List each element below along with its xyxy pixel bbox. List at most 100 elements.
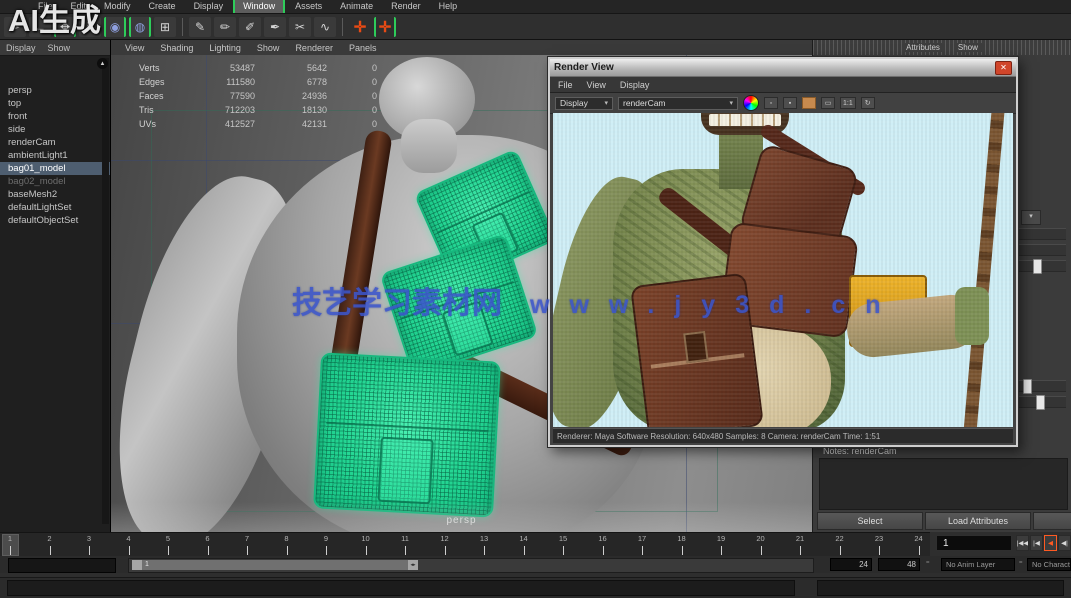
render-view-toolbar-icons: ▫ ▪ ▭ 1:1 ↻	[743, 95, 875, 111]
display-dropdown[interactable]: Display ▾	[555, 97, 613, 110]
command-line-input[interactable]	[7, 580, 795, 596]
copy-button[interactable]: Copy	[1033, 512, 1071, 530]
outliner-item-front[interactable]: front	[0, 110, 110, 123]
outliner-item-side[interactable]: side	[0, 123, 110, 136]
render-camera-value: renderCam	[623, 98, 724, 108]
camera-label: persp	[111, 515, 812, 526]
viewport-menu-renderer[interactable]: Renderer	[295, 43, 333, 53]
menu-item-render[interactable]: Render	[383, 0, 429, 13]
wireframe-bag-selected[interactable]	[313, 352, 501, 517]
viewport-menu-view[interactable]: View	[125, 43, 144, 53]
render-view-menu-file[interactable]: File	[558, 80, 573, 90]
ink-tool-icon[interactable]: ✒	[264, 17, 286, 37]
attribute-menu-show[interactable]: Show	[954, 43, 982, 52]
menu-item-window[interactable]: Window	[233, 0, 285, 13]
tick-label: 13	[480, 534, 488, 543]
nib-tool-icon[interactable]: ✐	[239, 17, 261, 37]
scroll-up-icon[interactable]: ▲	[97, 58, 108, 69]
one-to-one-icon[interactable]: 1:1	[840, 97, 856, 109]
collapse-section-button[interactable]: ▾	[1021, 210, 1041, 225]
outliner-item-rendercam[interactable]: renderCam	[0, 136, 110, 149]
pen-tool-icon[interactable]: ✏	[214, 17, 236, 37]
character-model-neck[interactable]	[401, 119, 457, 173]
render-view-menu-view[interactable]: View	[587, 80, 606, 90]
tick-label: 3	[87, 534, 91, 543]
outliner-scrollbar[interactable]	[102, 58, 109, 524]
frame-region-icon[interactable]: ▭	[821, 97, 835, 109]
render-view-menu-display[interactable]: Display	[620, 80, 650, 90]
animation-end-field[interactable]: 48	[878, 558, 920, 571]
command-line-result[interactable]	[817, 580, 1064, 596]
range-slider-track[interactable]: ◂▸ 1	[128, 558, 814, 573]
play-back-button[interactable]: ◀|	[1058, 535, 1071, 551]
menu-item-help[interactable]: Help	[431, 0, 466, 13]
slider-handle[interactable]	[1023, 379, 1032, 394]
time-slider[interactable]: 123456789101112131415161718192021222324	[0, 532, 930, 556]
attribute-menu-attributes[interactable]: Attributes	[902, 43, 944, 52]
textured-sphere-icon[interactable]: ◍	[129, 17, 151, 37]
notes-textarea[interactable]	[819, 458, 1068, 510]
tick-mark	[50, 546, 51, 555]
menu-item-file[interactable]: File	[30, 0, 61, 13]
menu-item-create[interactable]: Create	[141, 0, 184, 13]
outliner-item-ambientlight1[interactable]: ambientLight1	[0, 149, 110, 162]
menu-item-modify[interactable]: Modify	[96, 0, 139, 13]
exposure-swatch-icon[interactable]	[802, 97, 816, 109]
outliner-item-persp[interactable]: persp	[0, 84, 110, 97]
shaded-sphere-icon[interactable]: ◉	[104, 17, 126, 37]
outliner-item-defaultobjectset[interactable]: defaultObjectSet	[0, 214, 110, 227]
viewport-menu-show[interactable]: Show	[257, 43, 280, 53]
step-back-frame-button[interactable]: |◀	[1030, 535, 1043, 551]
range-slider-bar[interactable]: ◂▸ 1	[132, 560, 418, 570]
current-frame-field[interactable]: 1	[936, 535, 1012, 551]
slider-handle[interactable]	[1036, 395, 1045, 410]
range-start-handle[interactable]	[132, 560, 142, 570]
rendered-image-area[interactable]	[553, 113, 1013, 427]
outliner-item-bag01-model[interactable]: bag01_model	[0, 162, 110, 175]
viewport-menu-lighting[interactable]: Lighting	[209, 43, 241, 53]
back-arrow-icon[interactable]: ←	[29, 17, 51, 37]
select-button[interactable]: Select	[817, 512, 923, 530]
snapshot-icon[interactable]: ▫	[764, 97, 778, 109]
outliner-menu-display[interactable]: Display	[6, 43, 36, 53]
outliner-item-basemesh2[interactable]: baseMesh2	[0, 188, 110, 201]
keep-image-icon[interactable]: ▪	[783, 97, 797, 109]
bag-buckle	[377, 437, 434, 504]
outliner-item-top[interactable]: top	[0, 97, 110, 110]
tick-label: 19	[717, 534, 725, 543]
polycount-total: 77590	[193, 91, 265, 101]
slider-handle[interactable]	[1033, 259, 1042, 274]
close-icon[interactable]: ✕	[995, 61, 1012, 75]
menu-item-animate[interactable]: Animate	[332, 0, 381, 13]
menu-item-display[interactable]: Display	[186, 0, 232, 13]
component-dots-icon[interactable]: ⠿	[79, 17, 101, 37]
scissors-tool-icon[interactable]: ✂	[289, 17, 311, 37]
select-tool-icon[interactable]: ➤	[4, 17, 26, 37]
move-tool-icon[interactable]: ✥	[54, 17, 76, 37]
character-set-selector[interactable]: No Character Set	[1027, 558, 1071, 571]
menu-item-assets[interactable]: Assets	[287, 0, 330, 13]
range-end-handle[interactable]: ◂▸	[408, 560, 418, 570]
render-camera-dropdown[interactable]: renderCam ▾	[618, 97, 738, 110]
anim-layer-selector[interactable]: No Anim Layer	[941, 558, 1015, 571]
insert-key-icon[interactable]: ✛	[374, 17, 396, 37]
outliner-menu-show[interactable]: Show	[48, 43, 71, 53]
step-back-key-button[interactable]: ◀	[1044, 535, 1057, 551]
go-to-start-button[interactable]: |◀◀	[1016, 535, 1029, 551]
outliner-item-bag02-model[interactable]: bag02_model	[0, 175, 110, 188]
add-key-icon[interactable]: ✛	[349, 17, 371, 37]
playback-end-field[interactable]: 24	[830, 558, 872, 571]
viewport-menu-shading[interactable]: Shading	[160, 43, 193, 53]
color-wheel-icon[interactable]	[743, 95, 759, 111]
render-view-title-bar[interactable]: Render View ✕	[550, 59, 1016, 77]
wave-tool-icon[interactable]: ∿	[314, 17, 336, 37]
outliner-item-defaultlightset[interactable]: defaultLightSet	[0, 201, 110, 214]
refresh-render-icon[interactable]: ↻	[861, 97, 875, 109]
grid-layout-icon[interactable]: ⊞	[154, 17, 176, 37]
pencil-tool-icon[interactable]: ✎	[189, 17, 211, 37]
menu-item-edit[interactable]: Edit	[63, 0, 95, 13]
load-attributes-button[interactable]: Load Attributes	[925, 512, 1031, 530]
tick-mark	[10, 546, 11, 555]
range-start-field[interactable]	[8, 558, 116, 573]
viewport-menu-panels[interactable]: Panels	[349, 43, 377, 53]
